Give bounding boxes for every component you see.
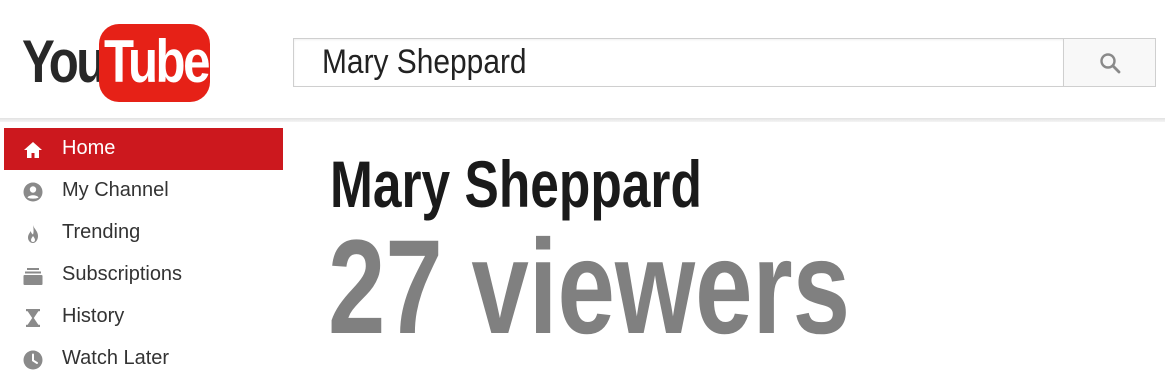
- logo-tube-text: Tube: [104, 28, 210, 95]
- sidebar-item-home[interactable]: Home: [4, 128, 283, 170]
- header-divider: [0, 118, 1165, 122]
- channel-name: Mary Sheppard: [330, 147, 702, 221]
- logo-you-text: You: [22, 28, 106, 95]
- search-input[interactable]: Mary Sheppard: [293, 38, 1064, 87]
- hourglass-icon: [22, 307, 44, 329]
- sidebar-item-label: Trending: [62, 221, 141, 243]
- top-header: You Tube Mary Sheppard: [0, 0, 1165, 118]
- sidebar-item-label: My Channel: [62, 179, 169, 201]
- viewer-count: 27 viewers: [328, 213, 851, 362]
- home-icon: [22, 139, 44, 161]
- sidebar-item-label: Home: [62, 137, 116, 159]
- flame-icon: [22, 223, 44, 245]
- sidebar-item-my-channel[interactable]: My Channel: [0, 170, 283, 212]
- clock-icon: [22, 349, 44, 371]
- sidebar-item-subscriptions[interactable]: Subscriptions: [0, 254, 283, 296]
- search-input-value: Mary Sheppard: [322, 43, 527, 81]
- search-button[interactable]: [1063, 38, 1156, 87]
- sidebar-item-label: Watch Later: [62, 347, 170, 369]
- sidebar-item-trending[interactable]: Trending: [0, 212, 283, 254]
- youtube-logo[interactable]: You Tube: [22, 22, 212, 102]
- sidebar-item-label: Subscriptions: [62, 263, 183, 285]
- sidebar: Home My Channel Trending Subscriptions H…: [0, 128, 284, 378]
- account-icon: [22, 181, 44, 203]
- sidebar-item-history[interactable]: History: [0, 296, 283, 338]
- sidebar-item-label: History: [62, 305, 125, 327]
- sidebar-item-watch-later[interactable]: Watch Later: [0, 338, 283, 378]
- subscriptions-icon: [22, 265, 44, 287]
- search-icon: [1099, 52, 1120, 73]
